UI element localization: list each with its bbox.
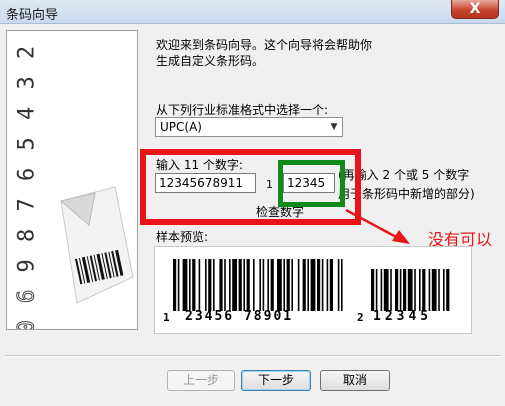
barcode-bar [267,259,269,311]
side-barcode-digits: 0 6 9 8 7 6 5 4 3 2 5 [14,31,40,330]
extension-hint-line-1: (再输入 2 个或 5 个数字 [338,168,470,182]
barcode-bar [177,259,180,311]
close-icon: X [469,1,481,17]
barcode-bar [270,259,274,311]
next-button[interactable]: 下一步 [241,370,311,391]
barcode-bar [208,259,212,311]
title-bar[interactable]: 条码向导 X [0,0,505,24]
barcode-bar-extension [446,269,450,311]
barcode-bar-extension [380,269,383,311]
barcode-preview: 1 23456 78901 2 12345 [154,246,472,334]
extension-hint-line-2: 用于条形码中新增的部分) [338,187,475,201]
wizard-side-graphic: 0 6 9 8 7 6 5 4 3 2 5 [6,30,138,330]
barcode-bar [246,259,250,311]
barcode-bar [205,259,207,311]
barcode-bar-extension [438,269,440,311]
barcode-bar [243,259,245,311]
side-digits-outline: 0 6 [14,287,40,330]
barcode-bar-extension [428,269,431,311]
window-title: 条码向导 [6,8,59,23]
barcode-bar [326,259,329,311]
barcode-digits-main: 23456 78901 [185,309,294,324]
barcode-bar-extension [414,269,416,311]
barcode-bar [291,259,293,311]
barcode-bar [307,259,309,311]
barcode-bar [317,259,321,311]
barcode-wizard-window: 条码向导 X 0 6 9 8 7 6 5 4 3 2 5 欢迎来到条码向导。这个… [0,0,505,406]
barcode-bar [329,259,333,311]
barcode-bar [213,259,215,311]
barcode-bar-extension [443,269,445,311]
barcode-bar [229,259,231,311]
barcode-bar [219,259,223,311]
barcode-bar [232,259,237,311]
barcode-bar [189,259,191,311]
format-label: 从下列行业标准格式中选择一个: [156,103,329,117]
intro-text: 欢迎来到条码向导。这个向导将会帮助你 生成自定义条形码。 [156,37,436,69]
barcode-bar [321,259,324,311]
barcode-bar [277,259,282,311]
side-digits: 9 8 7 6 5 4 3 2 5 [14,30,40,273]
barcode-paper-icon [59,186,134,304]
extension-hint: (再输入 2 个或 5 个数字 用于条形码中新增的部分) [338,166,505,204]
barcode-bar [259,259,261,311]
barcode-bar-extension [399,269,402,311]
close-button[interactable]: X [451,0,499,19]
preview-label: 样本预览: [156,230,209,244]
chevron-down-icon[interactable]: ▼ [326,118,342,136]
barcode-bar [286,259,290,311]
barcode-bar [310,259,316,311]
barcode-bar [262,259,265,311]
button-divider [5,355,500,357]
barcode-bar [302,259,306,311]
barcode-bar-extension [419,269,421,311]
barcode-bar-extension [403,269,407,311]
barcode-bar [341,259,343,311]
barcode-bar [182,259,188,311]
format-dropdown[interactable]: UPC(A) ▼ [155,117,343,137]
barcode-bar [283,259,285,311]
barcode-bar-extension [431,269,437,311]
barcode-digit-check: 2 [357,311,366,324]
barcode-bar-extension [371,269,375,311]
barcode-digit-left: 1 [163,311,172,324]
back-button[interactable]: 上一步 [167,370,235,391]
barcode-bar [198,259,201,311]
barcode-bar-extension [407,269,413,311]
barcode-bar-extension [390,269,392,311]
green-highlight-box [278,160,345,207]
barcode-digits-extension: 12345 [373,309,433,324]
cancel-button[interactable]: 取消 [320,370,390,391]
barcode-bar [337,259,340,311]
barcode-bar [173,259,177,311]
barcode-bar [253,259,255,311]
barcode-bar [238,259,242,311]
intro-line-2: 生成自定义条形码。 [156,54,265,68]
barcode-bar [297,259,300,311]
intro-line-1: 欢迎来到条码向导。这个向导将会帮助你 [156,38,373,52]
barcode-bar-extension [422,269,426,311]
barcode-bar [192,259,196,311]
barcode-bar-extension [375,269,378,311]
format-selected-value: UPC(A) [160,120,202,134]
barcode-bar-extension [383,269,389,311]
barcode-bar [224,259,226,311]
barcode-bar-extension [395,269,399,311]
